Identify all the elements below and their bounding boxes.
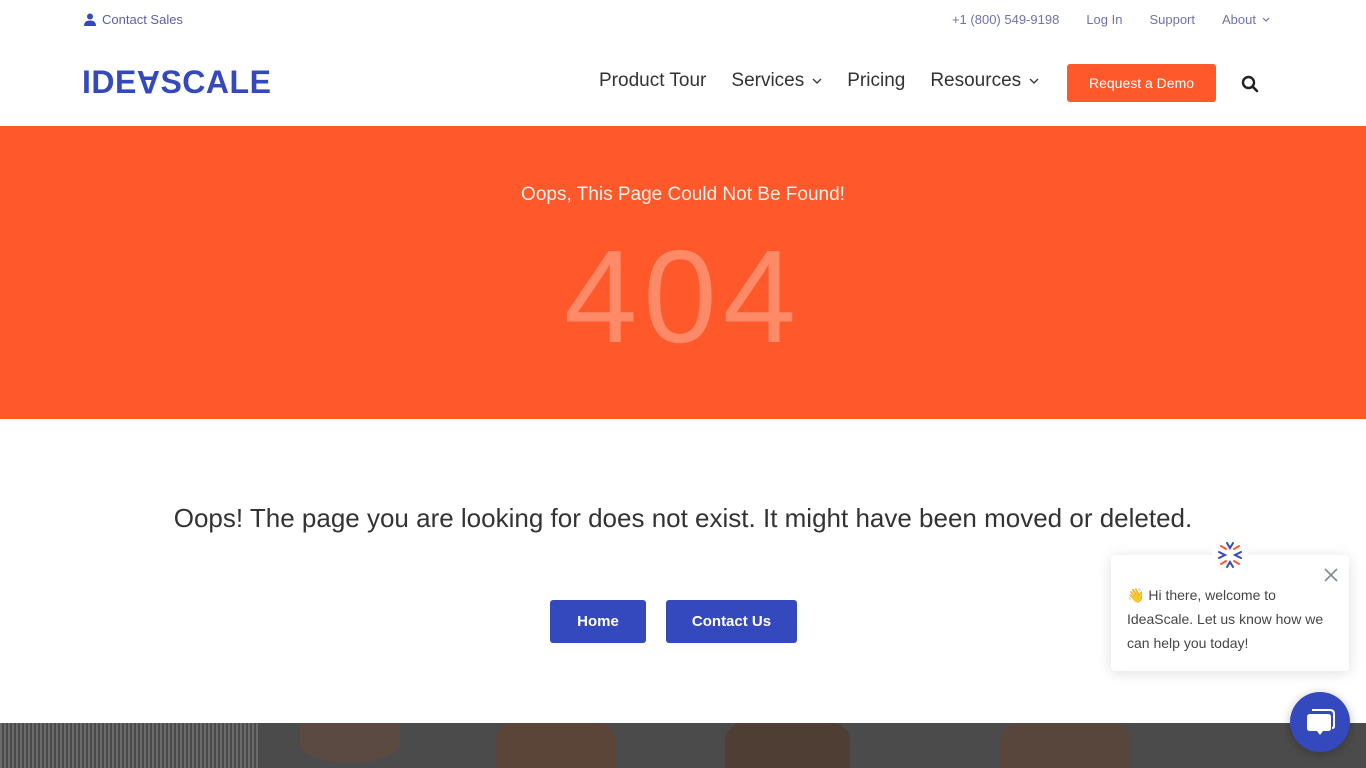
- nav-label: Resources: [930, 70, 1022, 91]
- ideascale-chat-logo-icon: [1212, 537, 1248, 573]
- error-message: Oops! The page you are looking for does …: [173, 503, 1193, 533]
- nav-product-tour[interactable]: Product Tour: [599, 70, 706, 92]
- utility-bar: Contact Sales +1 (800) 549-9198 Log In S…: [0, 0, 1366, 40]
- chevron-down-icon: [812, 78, 822, 84]
- request-demo-button[interactable]: Request a Demo: [1067, 64, 1216, 102]
- contact-sales-link[interactable]: Contact Sales: [84, 12, 183, 27]
- nav-resources[interactable]: Resources: [930, 70, 1039, 92]
- chat-greeting-text: Hi there, welcome to IdeaScale. Let us k…: [1127, 587, 1324, 651]
- error-code: 404: [563, 223, 803, 370]
- about-menu[interactable]: About: [1222, 12, 1270, 27]
- nav-services[interactable]: Services: [731, 70, 822, 92]
- main-nav: Product Tour Services Pricing Resources: [599, 70, 1064, 92]
- contact-us-button[interactable]: Contact Us: [666, 600, 797, 643]
- logo-text-suffix: SCALE: [160, 64, 272, 100]
- team-photo: [0, 723, 1366, 768]
- chat-greeting: 👋 Hi there, welcome to IdeaScale. Let us…: [1127, 583, 1337, 655]
- phone-link[interactable]: +1 (800) 549-9198: [952, 12, 1059, 27]
- chat-launcher-button[interactable]: [1290, 692, 1350, 752]
- login-link[interactable]: Log In: [1086, 12, 1122, 27]
- nav-label: Services: [731, 70, 805, 91]
- photo-person: [300, 723, 400, 763]
- contact-sales-label: Contact Sales: [102, 12, 183, 27]
- utility-links: +1 (800) 549-9198 Log In Support About: [952, 12, 1270, 27]
- search-icon[interactable]: [1241, 75, 1259, 93]
- error-hero: Oops, This Page Could Not Be Found! 404: [0, 126, 1366, 419]
- photo-person: [725, 723, 850, 768]
- user-icon: [84, 13, 96, 26]
- logo-text-prefix: IDE: [82, 64, 137, 100]
- hero-subtitle: Oops, This Page Could Not Be Found!: [521, 184, 845, 205]
- nav-pricing[interactable]: Pricing: [847, 70, 905, 92]
- wave-emoji-icon: 👋: [1127, 587, 1145, 603]
- photo-person: [495, 723, 615, 768]
- chevron-down-icon: [1262, 17, 1270, 22]
- nav-label: Product Tour: [599, 70, 707, 91]
- about-label: About: [1222, 12, 1256, 27]
- chat-bubble-icon: [1307, 709, 1335, 735]
- home-button[interactable]: Home: [550, 600, 646, 643]
- nav-label: Pricing: [847, 70, 906, 91]
- support-link[interactable]: Support: [1149, 12, 1195, 27]
- chevron-down-icon: [1029, 78, 1039, 84]
- ideascale-logo[interactable]: IDEASCALE: [82, 64, 271, 100]
- photo-shirt: [0, 723, 260, 768]
- photo-person: [1000, 723, 1130, 768]
- close-icon[interactable]: [1323, 567, 1339, 583]
- logo-text-flipped: A: [136, 64, 161, 100]
